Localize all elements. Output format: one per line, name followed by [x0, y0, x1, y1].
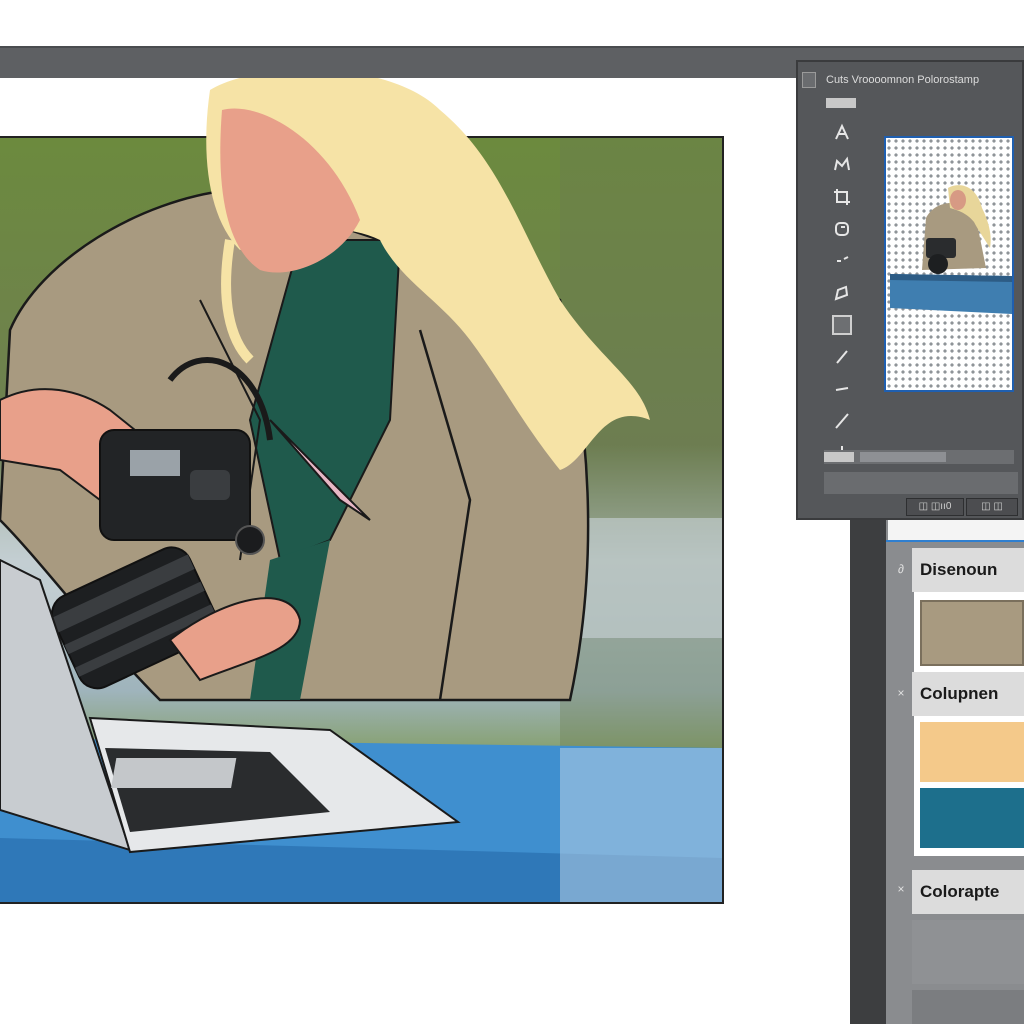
panel-tab-strip — [888, 520, 1024, 540]
scrollbar-thumb[interactable] — [860, 452, 946, 462]
link-icon[interactable]: ∂ — [894, 562, 908, 576]
pencil-tool-icon[interactable] — [826, 342, 858, 372]
section-header-1[interactable]: Disenoun — [912, 548, 1024, 592]
brush-tool-icon[interactable] — [826, 246, 858, 276]
lasso-tool-icon[interactable] — [826, 214, 858, 244]
toolbar-grip[interactable] — [826, 98, 856, 108]
swatch-card-2 — [914, 716, 1024, 856]
swatches-panel: ∂ Disenoun × Colupnen × Colorapte — [850, 520, 1024, 1024]
photo-layer[interactable] — [0, 136, 724, 904]
preview-thumbnail — [890, 185, 1012, 314]
bucket-tool-icon[interactable] — [826, 278, 858, 308]
swatch-card-1 — [914, 592, 1024, 672]
status-row — [824, 472, 1018, 494]
photo-image — [0, 138, 722, 902]
toolbar — [820, 114, 864, 504]
eyedropper-tool-icon[interactable] — [826, 406, 858, 436]
panel-active-indicator — [886, 540, 1024, 542]
window-title: Cuts Vroooomnon Polorostamp — [826, 74, 980, 86]
pen-tool-icon[interactable] — [826, 118, 858, 148]
blue-swatch[interactable] — [920, 788, 1024, 848]
crop-tool-icon[interactable] — [826, 182, 858, 212]
section-header-2[interactable]: Colupnen — [912, 672, 1024, 716]
tool-window[interactable]: Cuts Vroooomnon Polorostamp ◫ ◫ıı0 ◫ ◫ — [796, 60, 1024, 520]
panel-gutter — [850, 520, 886, 1024]
navigator-preview[interactable] — [884, 136, 1014, 392]
empty-swatch-area — [912, 920, 1024, 984]
close-icon[interactable]: × — [894, 882, 908, 896]
crown-tool-icon[interactable] — [826, 150, 858, 180]
line-tool-icon[interactable] — [826, 374, 858, 404]
section-header-3[interactable]: Colorapte — [912, 870, 1024, 914]
panel-footer — [912, 990, 1024, 1024]
preview-scrollbar[interactable] — [824, 450, 1014, 464]
scrollbar-cap[interactable] — [824, 452, 854, 462]
zoom-status[interactable]: ◫ ◫ıı0 — [906, 498, 964, 516]
view-toggle[interactable]: ◫ ◫ — [966, 498, 1018, 516]
hair-swatch[interactable] — [920, 722, 1024, 782]
close-icon[interactable]: × — [894, 686, 908, 700]
window-menu-icon[interactable] — [802, 72, 816, 88]
coat-swatch[interactable] — [920, 600, 1024, 666]
rectangle-tool-icon[interactable] — [826, 310, 858, 340]
